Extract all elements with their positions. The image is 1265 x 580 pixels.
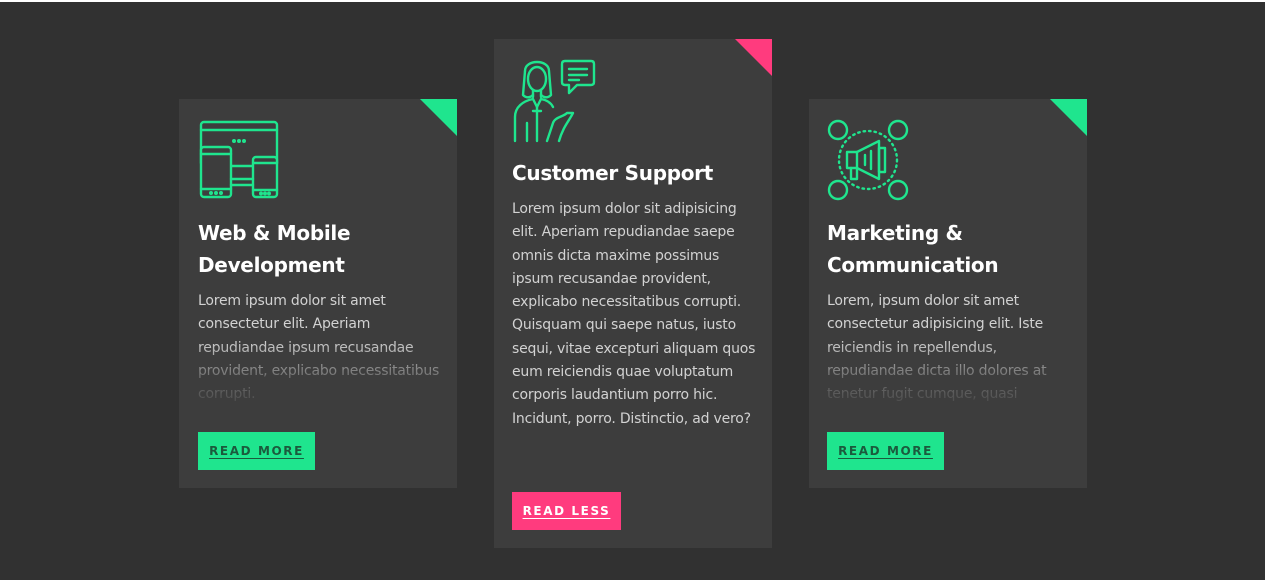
card-title: Marketing & Communication [827,221,999,277]
megaphone-icon [827,119,909,201]
card-title: Web & Mobile Development [198,221,351,277]
read-more-button[interactable]: READ MORE [198,432,315,470]
card-title: Customer Support [512,161,713,185]
card-corner-accent [1050,99,1087,136]
read-more-button[interactable]: READ MORE [827,432,944,470]
card-corner-accent [420,99,457,136]
read-less-button[interactable]: READ LESS [512,492,621,530]
service-card-customer-support: Customer Support Lorem ipsum dolor sit a… [494,39,772,548]
card-description: Lorem ipsum dolor sit adipisicing elit. … [512,201,756,427]
devices-icon [199,120,279,199]
customer-support-icon [513,59,596,143]
card-description: Lorem, ipsum dolor sit amet consectetur … [827,293,1047,403]
service-card-marketing: Marketing & Communication Lorem, ipsum d… [809,99,1087,488]
service-card-web-mobile: Web & Mobile Development Lorem ipsum dol… [179,99,457,488]
card-description: Lorem ipsum dolor sit amet consectetur e… [198,293,440,403]
card-corner-accent [735,39,772,76]
